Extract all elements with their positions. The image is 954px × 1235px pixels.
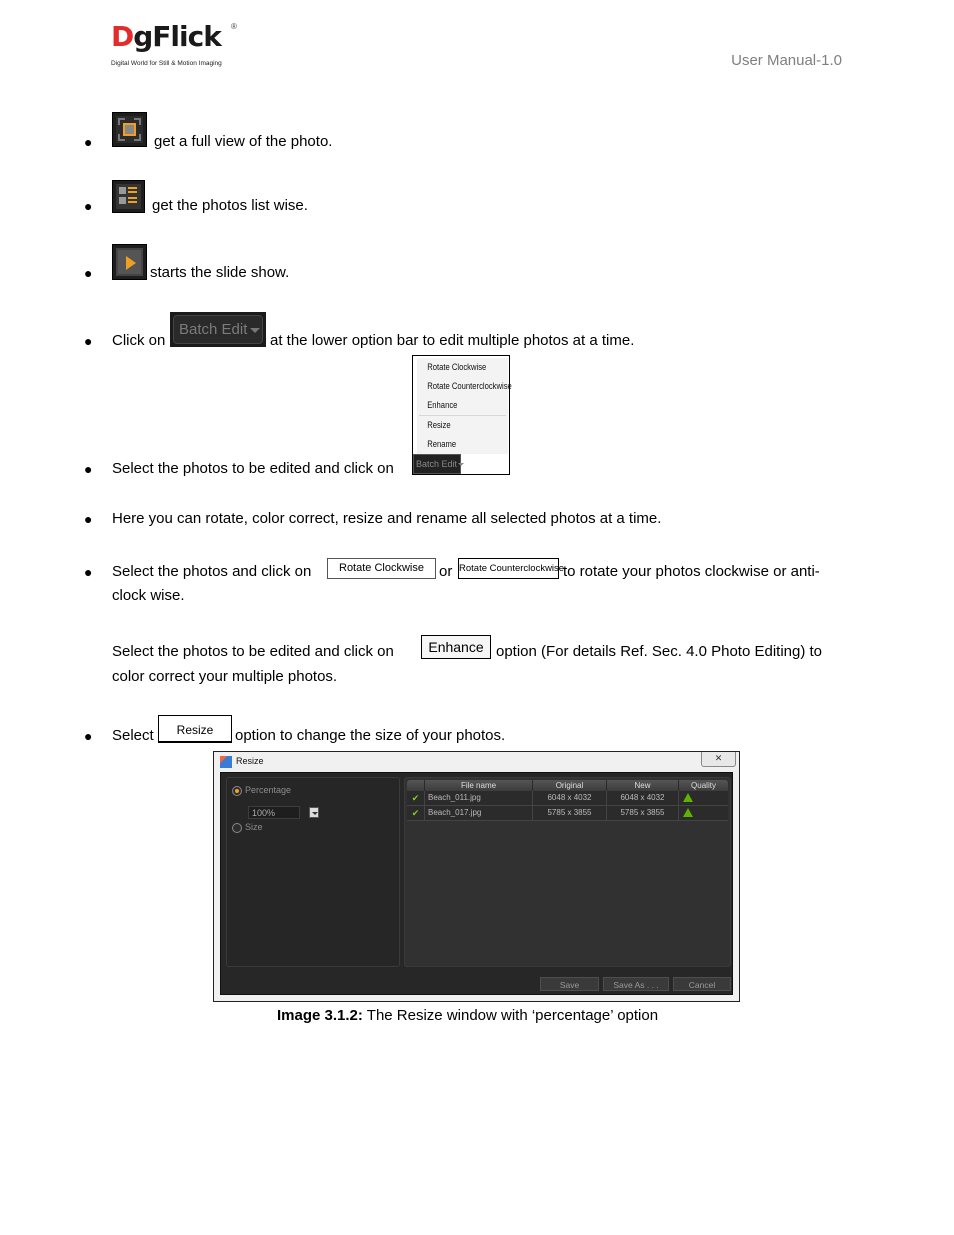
new-size: 6048 x 4032	[607, 791, 679, 805]
bullet-dot: ●	[84, 134, 93, 150]
doc-version-label: User Manual-1.0	[731, 52, 842, 69]
bullet-text: starts the slide show.	[150, 264, 290, 281]
caption-text: The Resize window with ‘percentage’ opti…	[362, 1007, 659, 1024]
bullet-dot: ●	[84, 511, 93, 527]
menu-item-rotate-counterclockwise[interactable]: Rotate Counterclockwise	[417, 377, 512, 396]
bullet-prefix: Select	[112, 727, 154, 744]
full-view-icon	[112, 112, 147, 147]
caption-label: Image 3.1.2:	[277, 1007, 363, 1024]
app-icon	[220, 756, 232, 768]
cancel-button[interactable]: Cancel	[673, 977, 731, 991]
or-text: or	[439, 563, 453, 580]
bullet-dot: ●	[84, 333, 93, 349]
bullet-text: to rotate your photos clockwise or anti-	[563, 563, 820, 580]
dgflick-logo: DgFlick ® Digital World for Still & Moti…	[111, 22, 241, 70]
table-row[interactable]: ✔ Beach_011.jpg 6048 x 4032 6048 x 4032	[407, 791, 728, 806]
grid-header: File name Original New Quality	[407, 780, 728, 791]
batch-edit-label: Batch Edit	[416, 459, 458, 469]
batch-edit-menu: Rotate Clockwise Rotate Counterclockwise…	[412, 355, 512, 475]
paragraph-text-continued: color correct your multiple photos.	[112, 668, 338, 685]
batch-edit-button[interactable]: Batch Edit	[170, 312, 266, 347]
percentage-value: 100%	[252, 808, 276, 818]
size-radio[interactable]	[232, 823, 242, 833]
check-icon[interactable]: ✔	[407, 791, 425, 805]
col-new[interactable]: New	[607, 780, 679, 791]
bullet-dot: ●	[84, 198, 93, 214]
original-size: 6048 x 4032	[533, 791, 607, 805]
quality-warning-icon	[683, 793, 693, 802]
logo-wordmark: gFlick	[133, 20, 222, 53]
col-file-name[interactable]: File name	[425, 780, 533, 791]
menu-item-rename[interactable]: Rename	[417, 435, 494, 454]
percentage-select[interactable]: 100%	[248, 806, 319, 819]
paragraph-prefix: Select the photos to be edited and click…	[112, 643, 394, 660]
list-view-icon	[112, 180, 145, 213]
bullet-text: option to change the size of your photos…	[235, 727, 506, 744]
percentage-label: Percentage	[245, 785, 292, 795]
chevron-down-icon	[458, 463, 465, 467]
size-label: Size	[245, 822, 263, 832]
menu-item-resize[interactable]: Resize	[417, 416, 494, 435]
menu-item-rotate-clockwise[interactable]: Rotate Clockwise	[417, 358, 494, 377]
enhance-button[interactable]: Enhance	[421, 635, 491, 659]
resize-options-panel: Percentage 100% Size	[226, 777, 400, 967]
table-row[interactable]: ✔ Beach_017.jpg 5785 x 3855 5785 x 3855	[407, 806, 728, 821]
bullet-text: Here you can rotate, color correct, resi…	[112, 510, 662, 527]
close-icon[interactable]: ✕	[701, 752, 736, 767]
check-icon[interactable]: ✔	[407, 806, 425, 820]
save-button[interactable]: Save	[540, 977, 599, 991]
rotate-clockwise-button[interactable]: Rotate Clockwise	[327, 558, 436, 579]
dropdown-arrow-icon[interactable]	[309, 807, 319, 818]
logo-tagline: Digital World for Still & Motion Imaging	[111, 60, 222, 67]
bullet-prefix: Click on	[112, 332, 166, 349]
registered-mark: ®	[231, 22, 237, 31]
figure-caption: Image 3.1.2: The Resize window with ‘per…	[277, 1007, 658, 1024]
batch-edit-button-small[interactable]: Batch Edit	[413, 454, 465, 474]
bullet-dot: ●	[84, 728, 93, 744]
chevron-down-icon	[250, 327, 261, 333]
bullet-text-continued: clock wise.	[112, 587, 185, 604]
logo-letter-d: D	[111, 20, 134, 53]
bullet-dot: ●	[84, 564, 93, 580]
col-quality[interactable]: Quality	[679, 780, 728, 791]
resize-button[interactable]: Resize	[158, 715, 232, 743]
bullet-text: Select the photos to be edited and click…	[112, 460, 394, 477]
bullet-text: get a full view of the photo.	[154, 133, 333, 150]
bullet-dot: ●	[84, 265, 93, 281]
bullet-prefix: Select the photos and click on	[112, 563, 312, 580]
bullet-dot: ●	[84, 461, 93, 477]
new-size: 5785 x 3855	[607, 806, 679, 820]
original-size: 5785 x 3855	[533, 806, 607, 820]
col-original[interactable]: Original	[533, 780, 607, 791]
file-name: Beach_017.jpg	[425, 806, 533, 820]
menu-item-enhance[interactable]: Enhance	[417, 396, 494, 415]
col-check	[407, 780, 425, 791]
bullet-text: get the photos list wise.	[152, 197, 308, 214]
slideshow-play-icon	[112, 244, 147, 280]
paragraph-text: option (For details Ref. Sec. 4.0 Photo …	[496, 643, 823, 660]
dialog-titlebar: Resize ✕	[214, 752, 739, 772]
quality-warning-icon	[683, 808, 693, 817]
file-name: Beach_011.jpg	[425, 791, 533, 805]
bullet-text: at the lower option bar to edit multiple…	[270, 332, 635, 349]
batch-edit-label: Batch Edit	[179, 321, 248, 338]
save-as-button[interactable]: Save As . . .	[603, 977, 669, 991]
resize-dialog: Resize ✕ Percentage 100% Size File name …	[213, 751, 740, 1002]
dialog-title: Resize	[236, 756, 264, 766]
percentage-radio[interactable]	[232, 786, 242, 796]
file-grid: File name Original New Quality ✔ Beach_0…	[404, 777, 731, 967]
rotate-counterclockwise-button[interactable]: Rotate Counterclockwise	[458, 558, 564, 579]
